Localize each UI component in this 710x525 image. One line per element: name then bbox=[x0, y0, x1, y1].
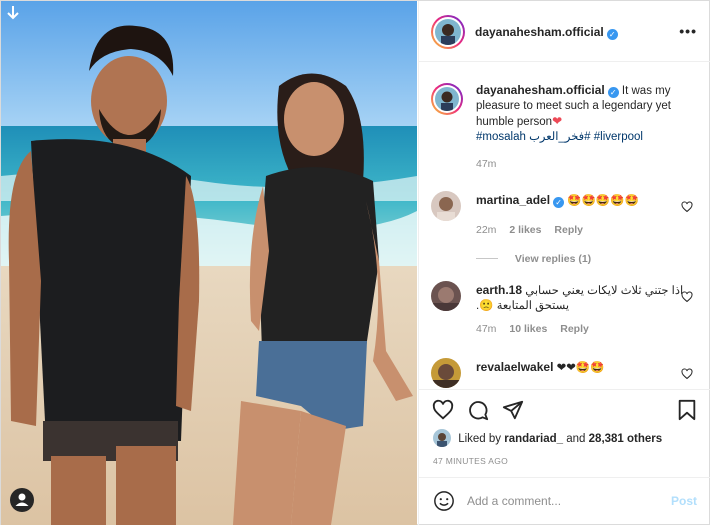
heart-emoji-icon: ❤ bbox=[552, 114, 563, 128]
paper-plane-icon[interactable] bbox=[502, 399, 524, 421]
reply-button[interactable]: Reply bbox=[560, 323, 589, 335]
hashtag-link[interactable]: #فخر_العرب bbox=[529, 131, 590, 143]
bookmark-icon[interactable] bbox=[677, 399, 697, 421]
caption-avatar[interactable] bbox=[431, 83, 463, 115]
heart-icon[interactable] bbox=[431, 399, 455, 421]
post-modal: dayanahesham.official ✓ ••• dayanahesham.… bbox=[0, 0, 710, 525]
add-comment-bar: Add a comment... Post bbox=[419, 477, 710, 525]
avatar[interactable] bbox=[431, 358, 461, 388]
verified-badge-icon: ✓ bbox=[606, 29, 618, 40]
comment-time[interactable]: 22m bbox=[476, 224, 496, 236]
story-ring[interactable] bbox=[431, 15, 465, 49]
beach-photo-image bbox=[1, 1, 417, 525]
caption-time[interactable]: 47m bbox=[476, 158, 496, 170]
comment-username[interactable]: earth.18 bbox=[476, 283, 522, 297]
user-tag-icon[interactable] bbox=[10, 488, 34, 512]
action-bar bbox=[419, 389, 710, 427]
avatar[interactable] bbox=[433, 429, 451, 447]
avatar[interactable] bbox=[431, 191, 461, 221]
avatar[interactable] bbox=[431, 281, 461, 311]
comment-icon[interactable] bbox=[467, 399, 489, 421]
comment-input[interactable]: Add a comment... bbox=[467, 494, 561, 508]
verified-badge-icon: ✓ bbox=[607, 87, 619, 98]
liked-by-prefix: Liked by bbox=[458, 433, 502, 445]
divider bbox=[476, 258, 498, 259]
comment-likes[interactable]: 10 likes bbox=[509, 323, 547, 335]
comment-time[interactable]: 47m bbox=[476, 323, 496, 335]
comment-text: ❤❤🤩🤩 bbox=[556, 362, 605, 374]
download-arrow-icon[interactable] bbox=[5, 5, 21, 21]
post-side-panel: dayanahesham.official ✓ ••• dayanahesham.… bbox=[418, 1, 710, 525]
likes-count-button[interactable]: 28,381 others bbox=[589, 433, 663, 445]
more-options-icon[interactable]: ••• bbox=[679, 24, 697, 38]
hashtag-link[interactable]: #liverpool bbox=[594, 131, 643, 143]
post-time-ago[interactable]: 47 MINUTES AGO bbox=[433, 456, 508, 466]
heart-icon[interactable] bbox=[681, 291, 693, 303]
comment-text: 🤩🤩🤩🤩🤩 bbox=[567, 195, 639, 207]
reply-button[interactable]: Reply bbox=[554, 224, 583, 236]
hashtag-link[interactable]: #mosalah bbox=[476, 131, 526, 143]
comment-likes[interactable]: 2 likes bbox=[509, 224, 541, 236]
post-button[interactable]: Post bbox=[671, 494, 697, 508]
liked-by: Liked by randariad_ and 28,381 others bbox=[433, 429, 662, 447]
avatar bbox=[435, 19, 461, 45]
comment-username[interactable]: revalaelwakel bbox=[476, 360, 553, 374]
heart-icon[interactable] bbox=[681, 368, 693, 380]
header-username[interactable]: dayanahesham.official ✓ bbox=[475, 25, 618, 40]
smiley-icon[interactable] bbox=[433, 490, 455, 512]
view-replies-button[interactable]: View replies (1) bbox=[515, 253, 591, 265]
caption-username[interactable]: dayanahesham.official bbox=[476, 83, 605, 97]
liked-by-connector: and bbox=[566, 433, 586, 445]
post-header: dayanahesham.official ✓ ••• bbox=[419, 1, 710, 62]
comments-list: dayanahesham.official ✓ It was my pleasur… bbox=[419, 63, 710, 388]
liked-by-user[interactable]: randariad_ bbox=[504, 433, 563, 445]
verified-badge-icon: ✓ bbox=[553, 197, 565, 208]
comment-username[interactable]: martina_adel bbox=[476, 193, 550, 207]
heart-icon[interactable] bbox=[681, 201, 693, 213]
post-photo[interactable] bbox=[1, 1, 417, 525]
